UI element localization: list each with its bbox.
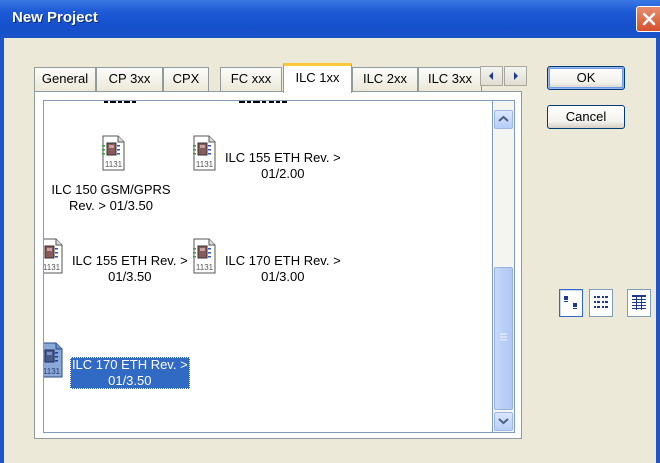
list-view-icon (594, 296, 608, 308)
tab-ilc-2xx[interactable]: ILC 2xx (352, 67, 418, 91)
template-item-label: ILC 155 ETH Rev. >01/3.50 (71, 253, 188, 284)
dialog-titlebar[interactable]: New Project (0, 0, 660, 38)
template-item[interactable]: 1131 ILC 155 ETH Rev. >01/3.50 (43, 237, 191, 285)
template-item-selected[interactable]: 1131 ILC 170 ETH Rev. >01/3.50 (43, 341, 191, 389)
chevron-down-icon (498, 418, 509, 425)
tab-cp-3xx[interactable]: CP 3xx (96, 67, 163, 91)
window-border-right (656, 38, 660, 463)
project-template-icon: 1131 (193, 135, 216, 171)
ok-button[interactable]: OK (547, 66, 625, 90)
tab-cpx[interactable]: CPX (163, 67, 209, 91)
icon-caption: 1131 (196, 160, 214, 169)
tab-label: ILC 2xx (362, 71, 408, 86)
tab-label: ILC 3xx (427, 71, 473, 86)
tab-label: FC xxx (230, 71, 272, 86)
template-item-label: ILC 155 ETH Rev. >01/2.00 (224, 150, 341, 181)
cancel-button[interactable]: Cancel (547, 105, 625, 129)
clipped-labels-row (104, 101, 287, 103)
tab-scroll-right-button[interactable] (504, 66, 527, 86)
view-list-button[interactable] (589, 289, 613, 317)
icon-caption: 1131 (196, 263, 214, 272)
project-template-icon: 1131 (43, 238, 63, 274)
dialog-title: New Project (12, 9, 98, 26)
icon-caption: 1131 (43, 263, 61, 272)
tab-general[interactable]: General (34, 67, 96, 91)
scroll-up-button[interactable] (494, 110, 513, 129)
scroll-thumb[interactable] (494, 267, 513, 410)
close-button[interactable] (636, 6, 660, 32)
list-scrollbar[interactable] (493, 100, 515, 433)
tab-ilc-3xx[interactable]: ILC 3xx (418, 67, 482, 91)
tab-label: CPX (172, 71, 200, 86)
project-template-icon: 1131 (102, 135, 125, 171)
window-border-left (0, 38, 4, 463)
template-item-label: ILC 170 ETH Rev. >01/3.50 (69, 357, 190, 389)
template-item[interactable]: 1131 ILC 155 ETH Rev. >01/2.00 (184, 134, 344, 182)
chevron-up-icon (498, 115, 509, 122)
tab-fc-xxx[interactable]: FC xxx (220, 67, 282, 91)
project-template-icon: 1131 (43, 342, 63, 378)
grip-icon (500, 333, 507, 341)
scroll-down-button[interactable] (494, 412, 513, 431)
project-template-icon: 1131 (193, 238, 216, 274)
template-item[interactable]: 1131 ILC 170 ETH Rev. >01/3.00 (184, 237, 344, 285)
icon-caption: 1131 (105, 160, 123, 169)
template-item-label: ILC 170 ETH Rev. >01/3.00 (224, 253, 341, 284)
tab-label: General (41, 71, 89, 86)
tab-scroll-left-button[interactable] (480, 66, 503, 86)
view-large-icons-button[interactable] (559, 289, 583, 317)
view-details-button[interactable] (627, 289, 651, 317)
tab-scroll-buttons (480, 66, 528, 86)
large-icons-view-icon (564, 296, 577, 309)
tab-label: ILC 1xx (295, 70, 340, 85)
template-item-label: ILC 150 GSM/GPRS Rev. > 01/3.50 (51, 182, 171, 213)
close-icon (642, 12, 656, 26)
arrow-left-icon (489, 72, 493, 80)
tab-ilc-1xx[interactable]: ILC 1xx (283, 63, 352, 93)
template-item[interactable]: 1131 ILC 150 GSM/GPRS Rev. > 01/3.50 (44, 134, 191, 214)
icon-caption: 1131 (43, 367, 61, 376)
details-view-icon (632, 295, 646, 310)
template-list[interactable]: 1131 ILC 150 GSM/GPRS Rev. > 01/3.50 1131… (43, 100, 493, 433)
arrow-right-icon (514, 72, 518, 80)
tab-label: CP 3xx (108, 71, 151, 86)
